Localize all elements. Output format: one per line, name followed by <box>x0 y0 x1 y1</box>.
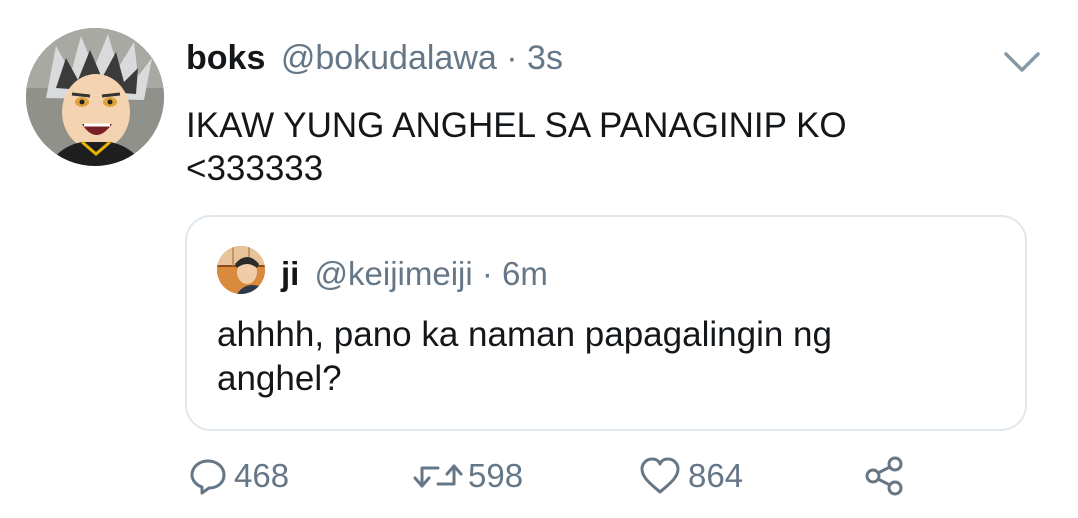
quoted-tweet-text: ahhhh, pano ka naman papagalingin ng ang… <box>217 313 997 401</box>
tweet-header: boks @bokudalawa · 3s <box>186 38 563 78</box>
quoted-author-avatar[interactable] <box>217 246 265 294</box>
reply-count: 468 <box>234 457 290 494</box>
retweet-icon <box>410 456 466 496</box>
reply-button[interactable]: 468 <box>188 452 289 500</box>
retweet-count: 598 <box>468 457 524 494</box>
quoted-avatar-illustration <box>217 246 265 294</box>
share-icon <box>862 454 906 498</box>
tweet-actions: 468 598 864 <box>0 448 1078 504</box>
like-button[interactable]: 864 <box>638 452 743 500</box>
like-count: 864 <box>688 457 744 494</box>
separator-dot: · <box>481 255 493 292</box>
quoted-tweet-timestamp: 6m <box>502 255 548 292</box>
tweet-text: IKAW YUNG ANGHEL SA PANAGINIP KO <333333 <box>186 104 946 190</box>
author-name[interactable]: boks <box>186 39 265 77</box>
quoted-author-name: ji <box>281 255 300 292</box>
quoted-text-line: anghel? <box>217 359 342 398</box>
share-button[interactable] <box>862 452 906 500</box>
tweet-text-line: IKAW YUNG ANGHEL SA PANAGINIP KO <box>186 106 847 145</box>
quoted-author-handle: @keijimeiji <box>314 255 473 292</box>
tweet-timestamp[interactable]: 3s <box>527 39 563 77</box>
quoted-tweet-header: ji @keijimeiji · 6m <box>281 255 548 293</box>
heart-icon <box>638 456 682 496</box>
avatar-illustration <box>26 28 164 166</box>
quoted-tweet[interactable]: ji @keijimeiji · 6m ahhhh, pano ka naman… <box>185 215 1027 431</box>
tweet-card[interactable]: boks @bokudalawa · 3s IKAW YUNG ANGHEL S… <box>0 0 1078 518</box>
author-avatar[interactable] <box>26 28 164 166</box>
retweet-button[interactable]: 598 <box>410 452 523 500</box>
reply-icon <box>188 456 228 496</box>
quoted-text-line: ahhhh, pano ka naman papagalingin ng <box>217 315 832 354</box>
tweet-text-line: <333333 <box>186 149 324 188</box>
author-handle[interactable]: @bokudalawa <box>281 39 497 77</box>
separator-dot: · <box>506 39 518 77</box>
chevron-down-icon[interactable] <box>1002 46 1042 76</box>
